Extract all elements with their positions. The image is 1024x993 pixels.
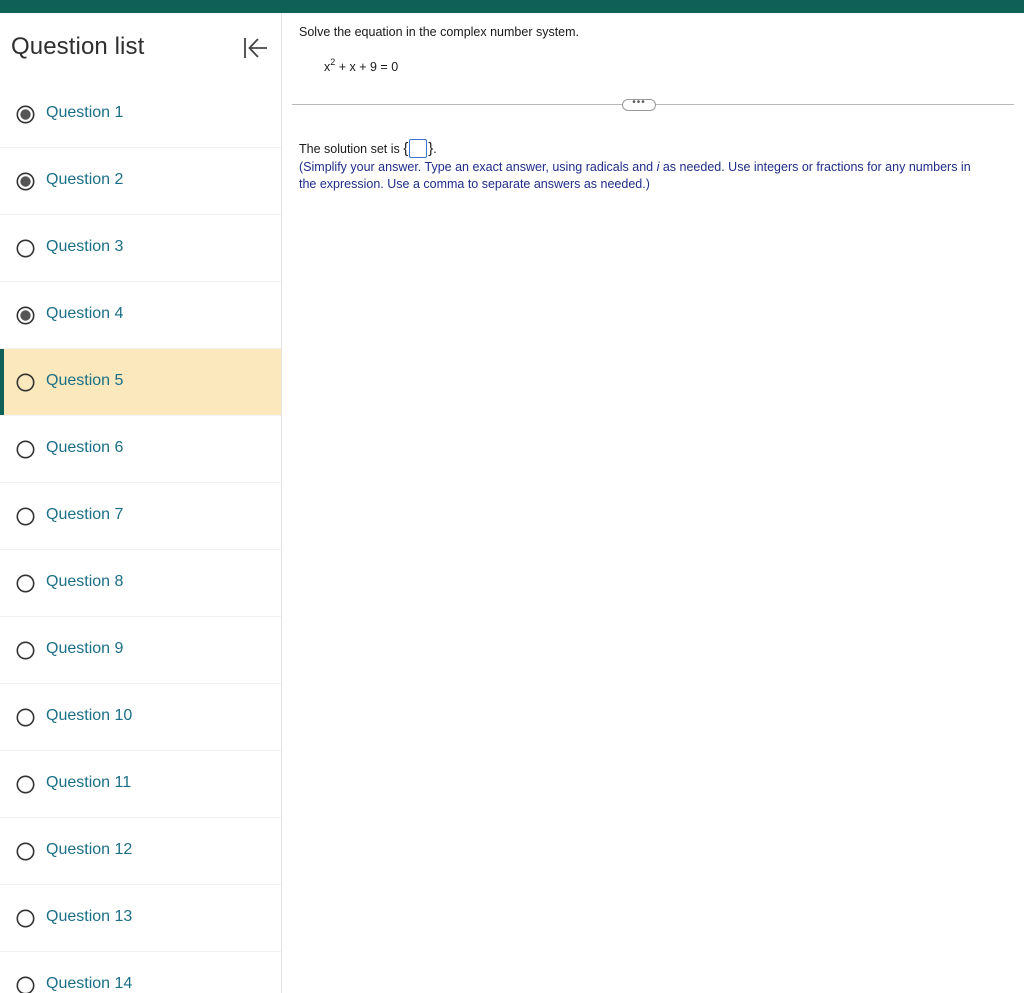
unanswered-radio-icon (16, 440, 35, 459)
unanswered-radio-icon (16, 909, 35, 928)
question-list: Question 1 Question 2 Question 3 Question 4… (0, 81, 281, 993)
question-content: Solve the equation in the complex number… (282, 13, 1024, 993)
hint-text-1: (Simplify your answer. Type an exact ans… (299, 160, 657, 174)
question-label: Question 1 (46, 104, 124, 121)
question-item[interactable]: Question 6 (0, 416, 281, 483)
question-item[interactable]: Question 2 (0, 148, 281, 215)
question-list-header: Question list (0, 13, 281, 81)
collapse-left-icon (244, 38, 267, 58)
answered-radio-icon (16, 105, 35, 124)
question-label: Question 2 (46, 171, 124, 188)
unanswered-radio-icon (16, 775, 35, 794)
question-item[interactable]: Question 1 (0, 81, 281, 148)
unanswered-radio-icon (16, 708, 35, 727)
unanswered-radio-icon (16, 239, 35, 258)
answered-radio-icon (16, 172, 35, 191)
expand-more-button[interactable]: ••• (622, 97, 656, 111)
answer-hint: (Simplify your answer. Type an exact ans… (299, 159, 989, 193)
question-label: Question 11 (46, 774, 132, 791)
question-list-panel: Question list Question 1 Question 2 Questi… (0, 13, 282, 993)
question-label: Question 13 (46, 908, 133, 925)
unanswered-radio-icon (16, 976, 35, 993)
answer-line: The solution set is { } . (299, 139, 437, 158)
question-item[interactable]: Question 8 (0, 550, 281, 617)
question-label: Question 9 (46, 640, 124, 657)
question-item[interactable]: Question 5 (0, 349, 281, 416)
question-label: Question 5 (46, 372, 124, 389)
question-label: Question 14 (46, 975, 133, 992)
more-dots-icon: ••• (632, 97, 646, 108)
question-item[interactable]: Question 4 (0, 282, 281, 349)
unanswered-radio-icon (16, 574, 35, 593)
question-item[interactable]: Question 9 (0, 617, 281, 684)
unanswered-radio-icon (16, 507, 35, 526)
answer-suffix: . (433, 141, 437, 156)
open-brace: { (403, 140, 409, 157)
question-item[interactable]: Question 11 (0, 751, 281, 818)
collapse-panel-button[interactable] (240, 35, 270, 61)
top-bar (0, 0, 1024, 13)
equation-rest: + x + 9 = 0 (335, 60, 399, 74)
question-item[interactable]: Question 7 (0, 483, 281, 550)
question-item[interactable]: Question 10 (0, 684, 281, 751)
answer-prefix: The solution set is (299, 141, 404, 156)
unanswered-radio-icon (16, 641, 35, 660)
question-label: Question 12 (46, 841, 133, 858)
unanswered-radio-icon (16, 842, 35, 861)
question-item[interactable]: Question 12 (0, 818, 281, 885)
answer-input[interactable] (409, 139, 428, 158)
question-label: Question 4 (46, 305, 124, 322)
question-item[interactable]: Question 3 (0, 215, 281, 282)
answered-radio-icon (16, 306, 35, 325)
equation: x2 + x + 9 = 0 (324, 57, 398, 74)
question-item[interactable]: Question 14 (0, 952, 281, 993)
question-label: Question 10 (46, 707, 133, 724)
question-label: Question 7 (46, 506, 124, 523)
question-label: Question 6 (46, 439, 124, 456)
question-instruction: Solve the equation in the complex number… (299, 25, 580, 39)
question-label: Question 8 (46, 573, 124, 590)
question-item[interactable]: Question 13 (0, 885, 281, 952)
question-label: Question 3 (46, 238, 124, 255)
unanswered-radio-icon (16, 373, 35, 392)
question-list-title: Question list (11, 33, 145, 60)
